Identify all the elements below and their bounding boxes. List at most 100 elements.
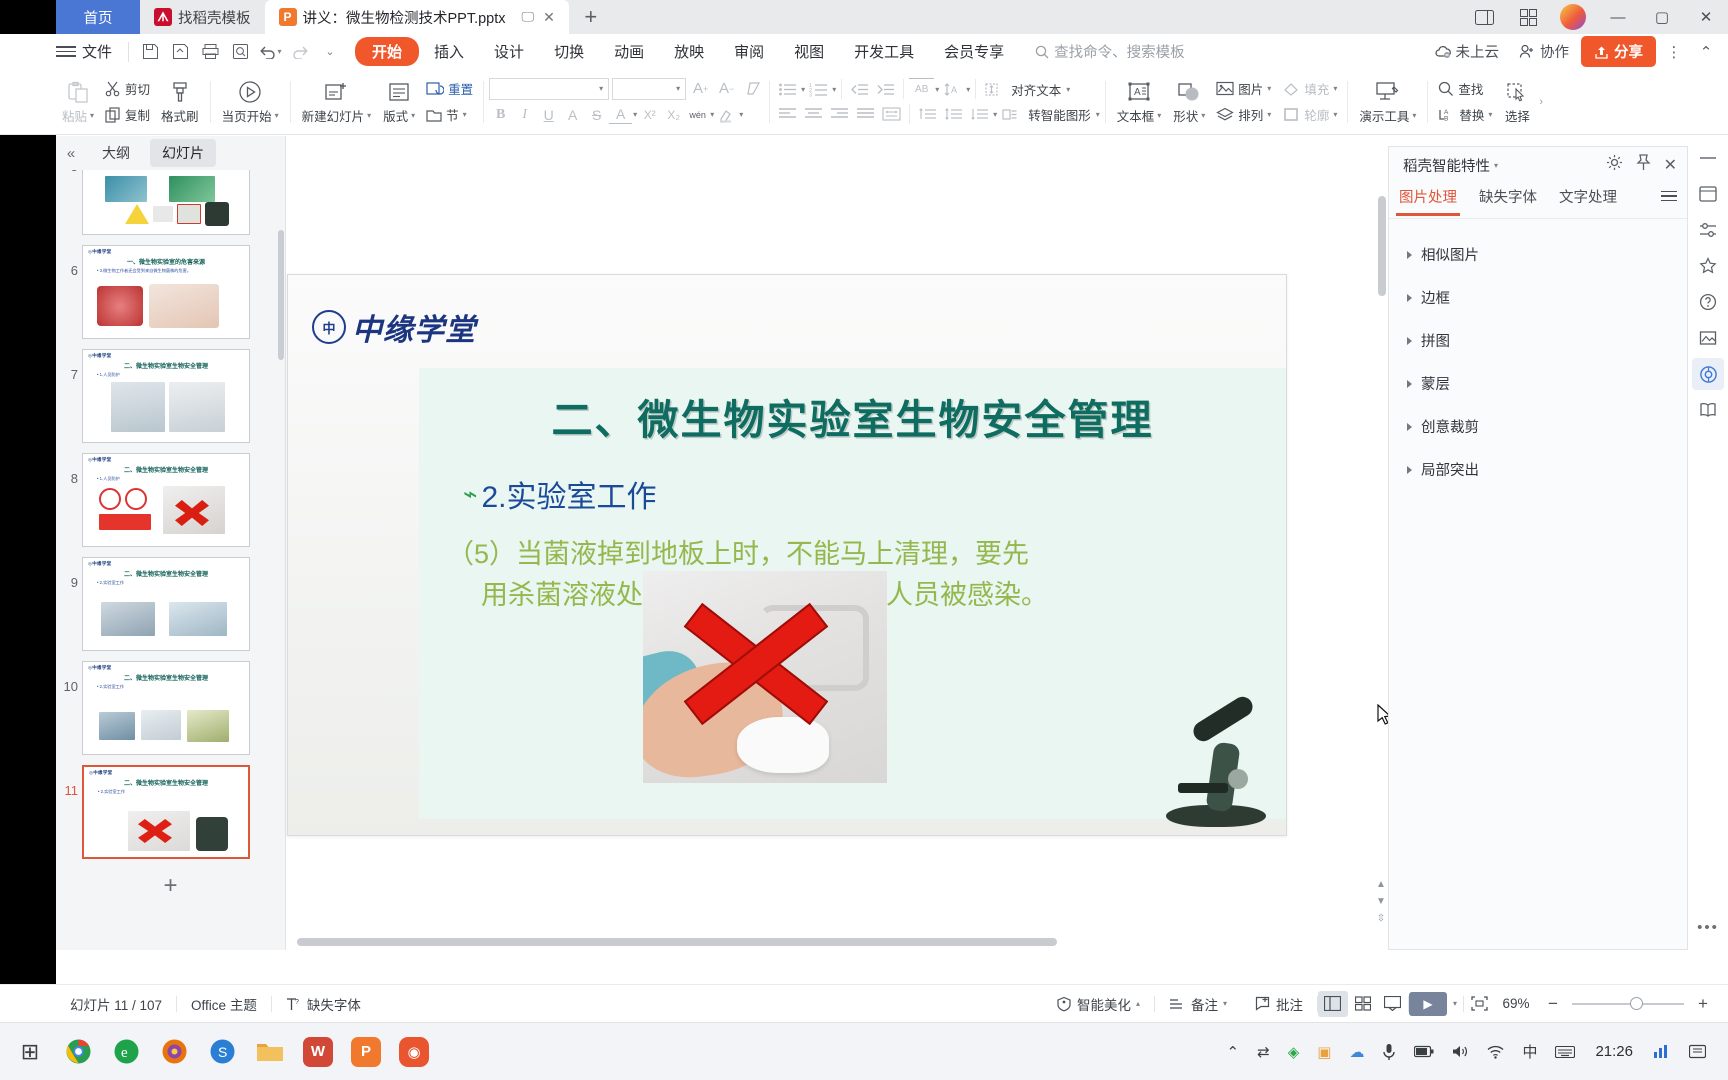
copy-button[interactable]: 复制 xyxy=(100,103,155,126)
text-box-button[interactable]: A 文本框 ▾ xyxy=(1111,79,1168,125)
save-icon[interactable] xyxy=(135,39,165,65)
layout-button[interactable]: 版式 ▾ xyxy=(377,79,421,125)
recorder-icon[interactable]: ◉ xyxy=(390,1028,438,1076)
grow-font-button[interactable]: A + xyxy=(689,77,712,100)
underline-button[interactable]: U xyxy=(537,103,560,126)
outline-button[interactable]: 轮廓 ▾ xyxy=(1278,103,1342,126)
chevron-down-icon[interactable]: ▾ xyxy=(935,85,939,94)
tab-start[interactable]: 开始 xyxy=(355,37,420,66)
chevron-down-icon[interactable]: ▾ xyxy=(367,111,371,120)
zoom-in-button[interactable]: + xyxy=(1688,991,1718,1017)
close-button[interactable]: ✕ xyxy=(1684,0,1728,34)
slide-title[interactable]: 二、微生物实验室生物安全管理 xyxy=(419,368,1286,446)
thumbnail-row[interactable]: 8 ◎中缘学堂 二、微生物实验室生物安全管理 • 1.人员防护 xyxy=(56,448,285,552)
customize-toolbar-icon[interactable]: ⌄ xyxy=(315,39,345,65)
tab-home[interactable]: 首页 xyxy=(56,0,140,34)
highlight-button[interactable] xyxy=(715,103,738,126)
slide-subtitle[interactable]: ⌁ 2.实验室工作 xyxy=(419,446,1286,516)
start-slideshow-button[interactable]: ▶ xyxy=(1408,991,1447,1016)
smart-art-label[interactable]: 转智能图形 xyxy=(1024,105,1095,124)
thumbnail-row[interactable]: 9 ◎中缘学堂 二、微生物实验室生物安全管理 • 2.实验室工作 xyxy=(56,552,285,656)
ribbon-overflow-icon[interactable]: › xyxy=(1537,96,1543,108)
align-text-button[interactable] xyxy=(981,78,1006,100)
help-icon[interactable] xyxy=(1692,286,1724,318)
text-shadow-button[interactable]: A xyxy=(561,103,584,126)
image-tools-icon[interactable] xyxy=(1692,322,1724,354)
font-size-input[interactable]: ▾ xyxy=(612,77,687,100)
more-options-icon[interactable]: ⋮ xyxy=(1660,38,1688,66)
skype-icon[interactable]: S xyxy=(198,1028,246,1076)
fit-slide-icon[interactable]: ⇳ xyxy=(1377,913,1385,924)
next-slide-icon[interactable]: ▼ xyxy=(1376,896,1386,907)
italic-button[interactable]: I xyxy=(513,103,536,126)
tab-review[interactable]: 审阅 xyxy=(719,37,779,66)
paste-button[interactable]: 粘贴 ▾ xyxy=(56,79,100,125)
tab-view[interactable]: 视图 xyxy=(779,37,839,66)
thumbnail-slide-7[interactable]: ◎中缘学堂 二、微生物实验室生物安全管理 • 1.人员防护 xyxy=(82,349,250,443)
select-button[interactable]: 选择 xyxy=(1497,79,1537,125)
tab-transition[interactable]: 切换 xyxy=(539,37,599,66)
chevron-up-icon[interactable]: ⌃ xyxy=(1219,1030,1248,1074)
chevron-down-icon[interactable]: ▾ xyxy=(599,84,603,93)
tab-slides[interactable]: 幻灯片 xyxy=(150,139,216,167)
chevron-down-icon[interactable]: ▾ xyxy=(1223,999,1227,1008)
panel-title[interactable]: 稻壳智能特性 ▾ xyxy=(1403,155,1498,176)
chevron-down-icon[interactable]: ▾ xyxy=(463,110,467,119)
chevron-down-icon[interactable]: ▾ xyxy=(1453,999,1457,1008)
pin-icon[interactable] xyxy=(1636,154,1651,176)
slide-settings-icon[interactable] xyxy=(1692,178,1724,210)
mic-icon[interactable] xyxy=(1374,1030,1404,1074)
reading-view-icon[interactable] xyxy=(1378,991,1408,1017)
zoom-slider-handle[interactable] xyxy=(1630,997,1644,1010)
collaborate-button[interactable]: 协作 xyxy=(1511,41,1577,62)
text-direction-button[interactable]: AB xyxy=(909,78,935,100)
theme-name[interactable]: Office 主题 xyxy=(177,994,271,1014)
smart-art-button[interactable] xyxy=(998,103,1023,125)
align-text-label[interactable]: 对齐文本 xyxy=(1007,80,1065,99)
monitor-icon[interactable]: 🖵 xyxy=(522,9,535,25)
strikethrough-button[interactable]: S xyxy=(585,103,608,126)
file-menu[interactable]: 文件 xyxy=(82,41,112,62)
arrange-button[interactable]: 排列 ▾ xyxy=(1211,103,1276,126)
network-icon[interactable]: ⇄ xyxy=(1249,1030,1278,1074)
more-icon[interactable]: ••• xyxy=(1697,919,1719,936)
line-spacing-2-button[interactable] xyxy=(941,103,966,125)
character-border-button[interactable]: A xyxy=(609,105,633,124)
save-as-icon[interactable] xyxy=(165,39,195,65)
avatar[interactable] xyxy=(1560,4,1586,30)
increase-indent-button[interactable] xyxy=(873,78,898,100)
panel-item-creative-crop[interactable]: 创意裁剪 xyxy=(1389,405,1687,448)
share-button[interactable]: 分享 xyxy=(1581,36,1656,67)
thumbnail-list[interactable]: 5 ◎中缘学堂 一、微生物实验室的危害来源 • 2.高温火、电、高压、紫外线的危… xyxy=(56,170,285,950)
chevron-down-icon[interactable]: ▾ xyxy=(90,111,94,120)
volume-icon[interactable] xyxy=(1444,1030,1477,1074)
superscript-button[interactable]: X² xyxy=(638,103,661,126)
chevron-down-icon[interactable]: ▾ xyxy=(1333,110,1337,119)
start-icon[interactable]: ⊞ xyxy=(6,1028,54,1076)
thumbnail-slide-8[interactable]: ◎中缘学堂 二、微生物实验室生物安全管理 • 1.人员防护 xyxy=(82,453,250,547)
thumbnail-scrollbar[interactable] xyxy=(278,230,284,360)
tab-outline[interactable]: 大纲 xyxy=(90,139,142,167)
chevron-down-icon[interactable]: ▾ xyxy=(1267,110,1271,119)
line-spacing-1-button[interactable] xyxy=(915,103,940,125)
maximize-button[interactable]: ▢ xyxy=(1640,0,1684,34)
cloud-status-button[interactable]: 未上云 xyxy=(1427,41,1508,62)
redo-icon[interactable] xyxy=(285,39,315,65)
align-center-button[interactable] xyxy=(801,103,826,125)
replace-button[interactable]: AB 替换 ▾ xyxy=(1433,103,1497,126)
ppt-taskbar-icon[interactable]: P xyxy=(342,1028,390,1076)
tab-animation[interactable]: 动画 xyxy=(599,37,659,66)
app-yellow-icon[interactable]: ▣ xyxy=(1309,1030,1339,1074)
split-view-icon[interactable] xyxy=(1462,0,1506,34)
chevron-down-icon[interactable]: ▾ xyxy=(633,110,637,119)
menu-hamburger-icon[interactable] xyxy=(56,46,76,57)
format-painter-button[interactable]: 格式刷 xyxy=(155,79,205,125)
panel-item-collage[interactable]: 拼图 xyxy=(1389,319,1687,362)
shield-icon[interactable]: ◈ xyxy=(1280,1030,1308,1074)
cut-button[interactable]: 剪切 xyxy=(100,77,155,100)
panel-toggle-icon[interactable] xyxy=(1692,142,1724,174)
gear-icon[interactable] xyxy=(1606,154,1623,176)
tab-missing-fonts[interactable]: 缺失字体 xyxy=(1479,186,1537,216)
undo-caret-icon[interactable]: ▾ xyxy=(278,47,282,56)
align-right-button[interactable] xyxy=(827,103,852,125)
